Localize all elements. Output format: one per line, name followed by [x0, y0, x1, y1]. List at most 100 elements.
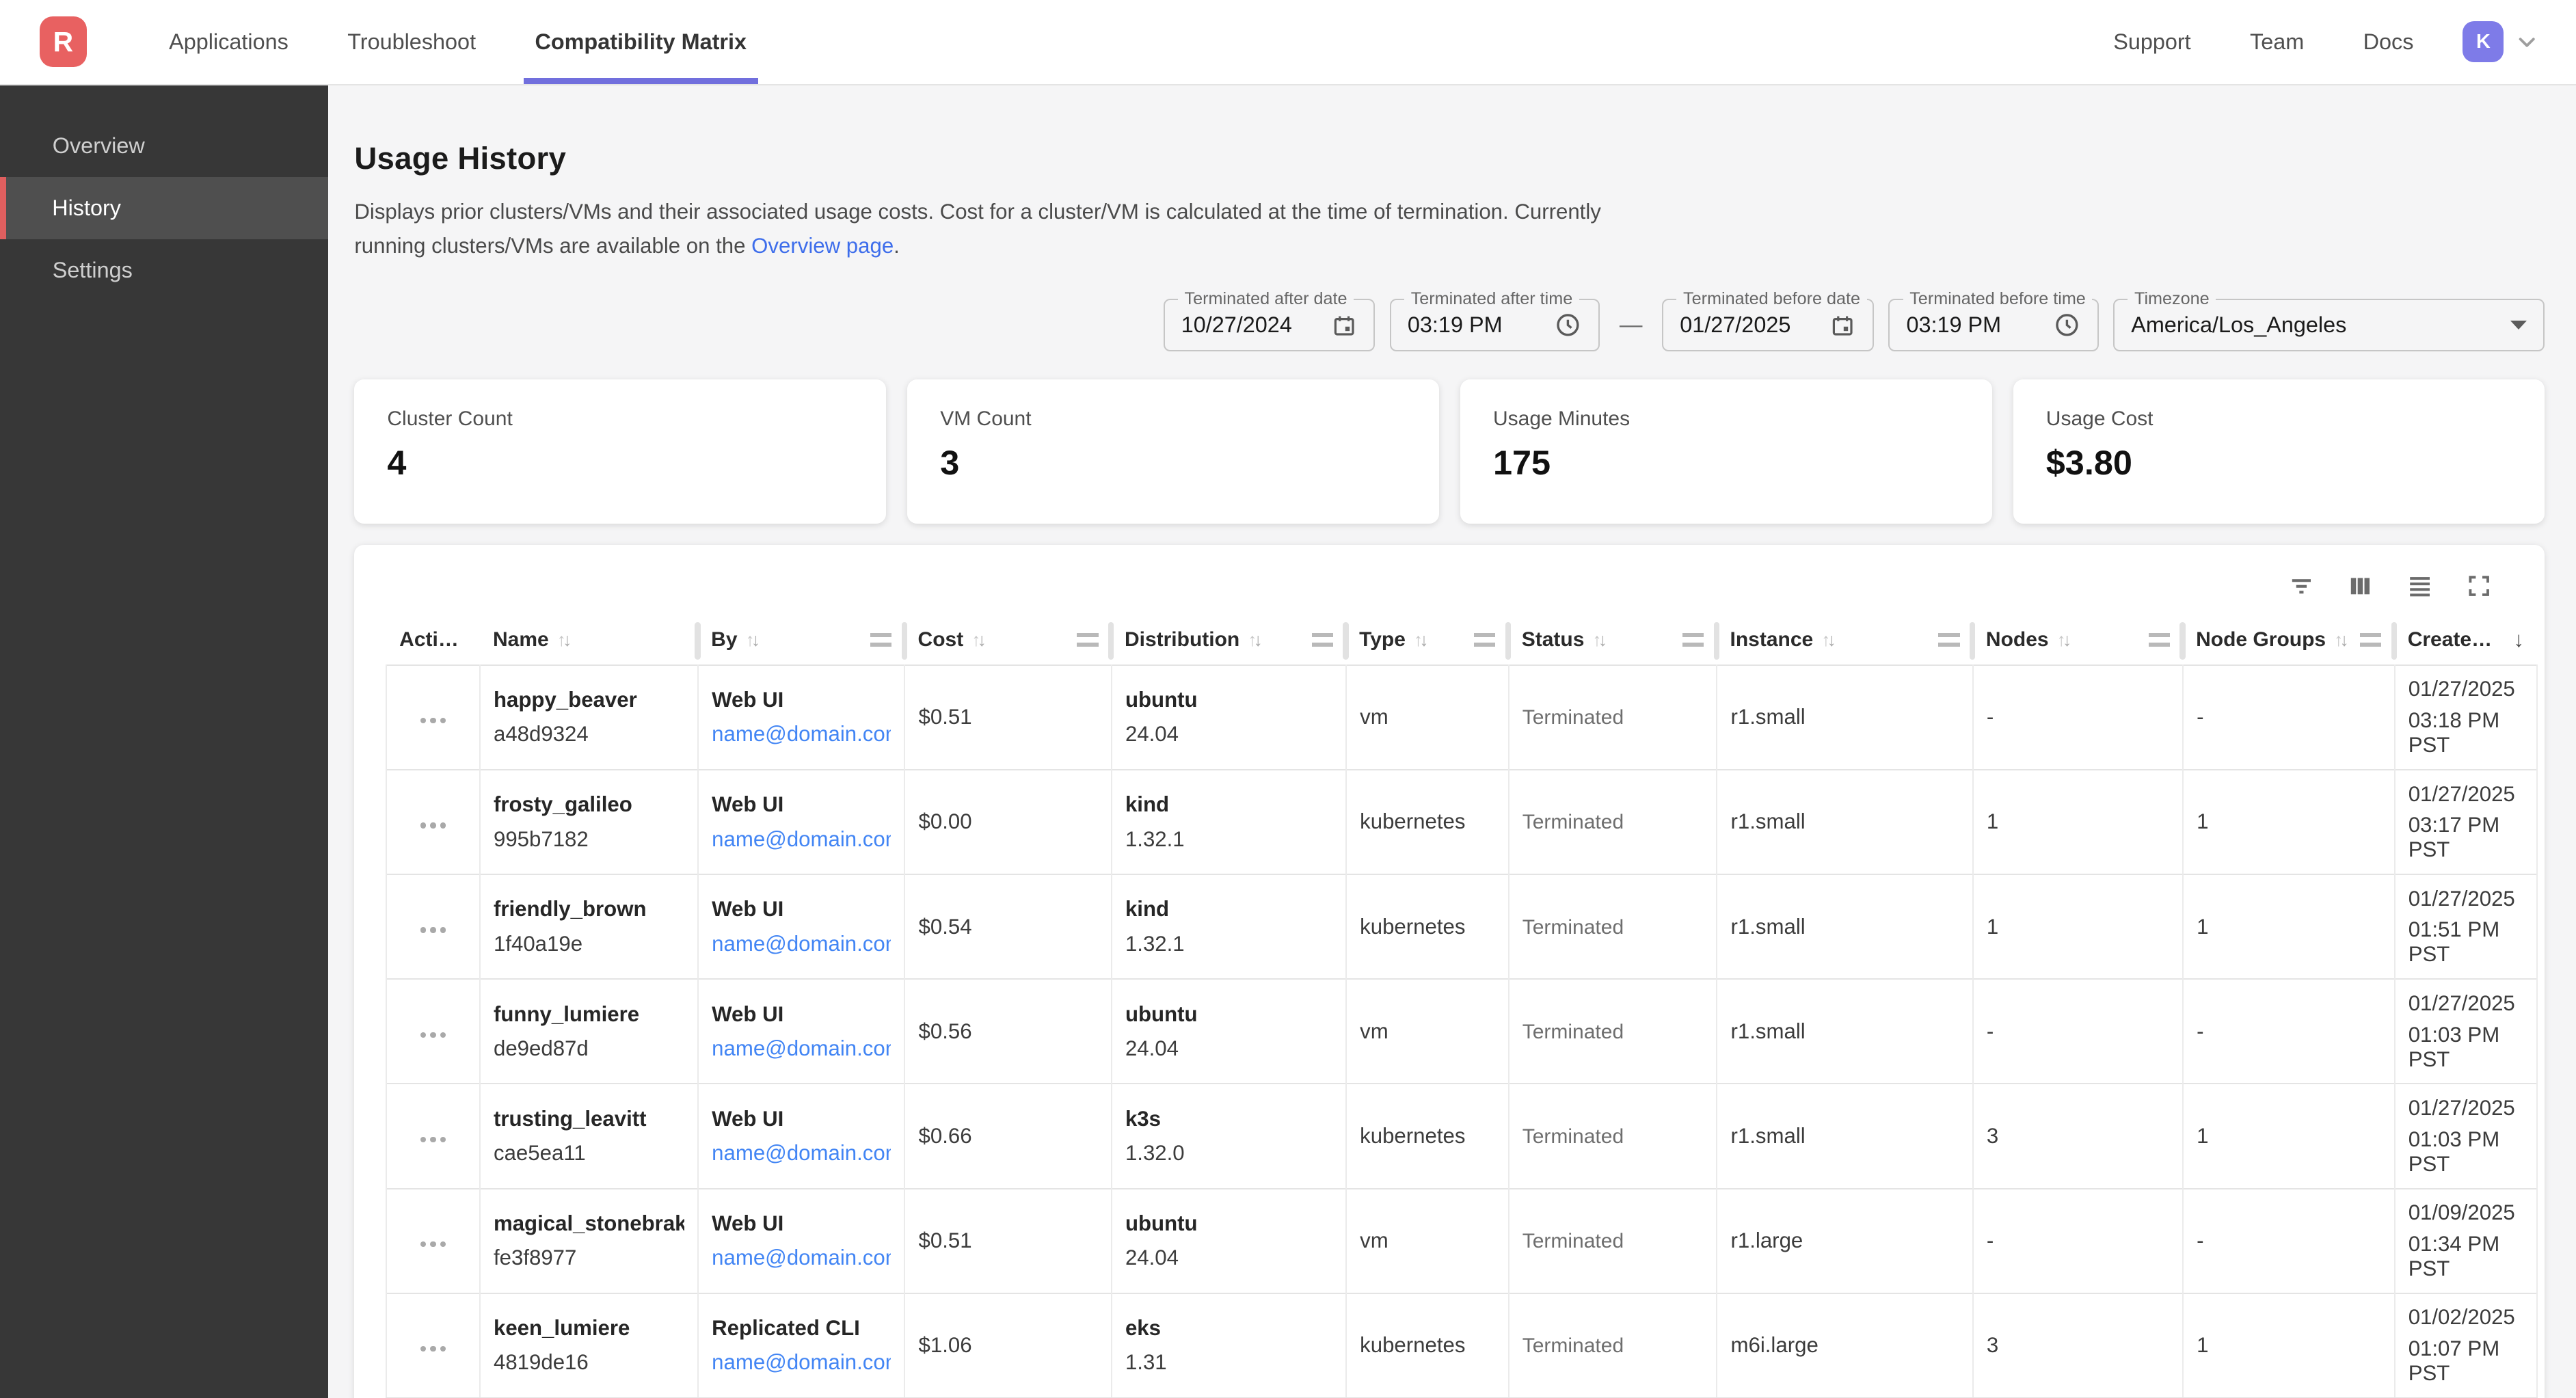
fullscreen-icon[interactable]	[2466, 572, 2492, 601]
sort-icon: ↑↓	[2334, 631, 2346, 649]
nav-docs[interactable]: Docs	[2352, 29, 2425, 55]
avatar[interactable]: K	[2463, 21, 2504, 62]
row-user-email-link[interactable]: name@domain.com	[712, 722, 891, 746]
cost-cell: $0.00	[904, 770, 1111, 874]
column-menu-icon[interactable]	[2149, 633, 2170, 646]
created-time: 01:34 PM PST	[2409, 1232, 2523, 1281]
column-header-distribution[interactable]: Distribution↑↓	[1112, 616, 1346, 665]
actions-cell	[386, 979, 480, 1084]
description-period: .	[894, 234, 900, 258]
row-distribution: kind	[1125, 792, 1332, 817]
field-label: Timezone	[2128, 289, 2216, 309]
created-time: 03:17 PM PST	[2409, 813, 2523, 862]
by-cell: Replicated CLIname@domain.com	[698, 1293, 904, 1398]
column-divider	[1714, 622, 1719, 660]
row-user-email-link[interactable]: name@domain.com	[712, 1246, 891, 1269]
column-header-status[interactable]: Status↑↓	[1509, 616, 1717, 665]
replicated-logo[interactable]: R	[40, 16, 88, 67]
row-actions-button[interactable]	[414, 1025, 452, 1045]
created-time: 01:03 PM PST	[2409, 1127, 2523, 1177]
column-header-created-at[interactable]: Created At↓	[2395, 616, 2538, 665]
created-at-cell: 01/27/202501:03 PM PST	[2395, 979, 2538, 1084]
timezone-select[interactable]: Timezone America/Los_Angeles	[2113, 299, 2545, 351]
nav-team[interactable]: Team	[2238, 29, 2316, 55]
terminated-before-date-field[interactable]: Terminated before date 01/27/2025	[1662, 299, 1874, 351]
terminated-after-date-field[interactable]: Terminated after date 10/27/2024	[1164, 299, 1376, 351]
column-header-by[interactable]: By↑↓	[698, 616, 904, 665]
field-value: 01/27/2025	[1680, 312, 1790, 338]
nav-support[interactable]: Support	[2102, 29, 2202, 55]
row-user-email-link[interactable]: name@domain.com	[712, 932, 891, 956]
created-at-cell: 01/27/202501:03 PM PST	[2395, 1084, 2538, 1188]
row-user-email-link[interactable]: name@domain.com	[712, 1036, 891, 1060]
row-actions-button[interactable]	[414, 1235, 452, 1254]
node-groups-cell: -	[2183, 1189, 2395, 1293]
row-distribution: eks	[1125, 1316, 1332, 1341]
status-cell: Terminated	[1509, 1189, 1717, 1293]
row-actions-button[interactable]	[414, 1340, 452, 1359]
column-header-name[interactable]: Name↑↓	[480, 616, 698, 665]
sidebar-item-history[interactable]: History	[0, 177, 328, 239]
stat-value: 4	[387, 442, 853, 483]
column-menu-icon[interactable]	[1077, 633, 1098, 646]
clock-icon	[2053, 311, 2081, 339]
column-divider	[1343, 622, 1348, 660]
columns-icon[interactable]	[2346, 572, 2374, 601]
terminated-after-time-field[interactable]: Terminated after time 03:19 PM	[1390, 299, 1600, 351]
name-cell: magical_stonebrakerfe3f8977	[480, 1189, 698, 1293]
stat-label: Cluster Count	[387, 407, 853, 431]
type-cell: kubernetes	[1346, 1084, 1509, 1188]
cost-cell: $1.06	[904, 1293, 1111, 1398]
row-id: a48d9324	[494, 722, 684, 747]
column-header-node-groups[interactable]: Node Groups ↑↓	[2183, 616, 2395, 665]
tab-troubleshoot[interactable]: Troubleshoot	[336, 0, 487, 84]
column-divider	[1970, 622, 1975, 660]
column-menu-icon[interactable]	[870, 633, 891, 646]
calendar-icon	[1331, 312, 1357, 338]
tab-compatibility-matrix[interactable]: Compatibility Matrix	[524, 0, 758, 84]
app: R Applications Troubleshoot Compatibilit…	[0, 0, 2576, 1398]
created-date: 01/09/2025	[2409, 1200, 2523, 1225]
tab-applications[interactable]: Applications	[157, 0, 299, 84]
row-user-email-link[interactable]: name@domain.com	[712, 1350, 891, 1374]
status-badge: Terminated	[1522, 1334, 1624, 1357]
column-label: Node Groups	[2196, 628, 2326, 651]
row-actions-button[interactable]	[414, 1130, 452, 1149]
row-actions-button[interactable]	[414, 921, 452, 940]
sidebar-item-settings[interactable]: Settings	[0, 239, 328, 301]
density-icon[interactable]	[2405, 572, 2434, 601]
nodes-cell: 3	[1973, 1084, 2183, 1188]
row-user-email-link[interactable]: name@domain.com	[712, 1141, 891, 1165]
column-header-cost[interactable]: Cost↑↓	[904, 616, 1111, 665]
table-row: keen_lumiere4819de16Replicated CLIname@d…	[386, 1293, 2537, 1398]
terminated-before-time-field[interactable]: Terminated before time 03:19 PM	[1888, 299, 2098, 351]
status-badge: Terminated	[1522, 1021, 1624, 1043]
cost-cell: $0.51	[904, 1189, 1111, 1293]
row-version: 1.31	[1125, 1350, 1332, 1375]
column-label: Nodes	[1986, 628, 2049, 651]
row-distribution: ubuntu	[1125, 1211, 1332, 1236]
column-header-nodes[interactable]: Nodes↑↓	[1973, 616, 2183, 665]
column-menu-icon[interactable]	[1312, 633, 1333, 646]
row-actions-button[interactable]	[414, 816, 452, 835]
chevron-down-icon[interactable]	[2514, 29, 2540, 55]
row-id: de9ed87d	[494, 1036, 684, 1061]
overview-page-link[interactable]: Overview page	[751, 234, 894, 258]
column-header-type[interactable]: Type↑↓	[1346, 616, 1509, 665]
node-groups-cell: -	[2183, 979, 2395, 1084]
sidebar-item-overview[interactable]: Overview	[0, 115, 328, 177]
column-menu-icon[interactable]	[2360, 633, 2381, 646]
filter-icon[interactable]	[2287, 572, 2316, 601]
column-header-instance[interactable]: Instance↑↓	[1717, 616, 1972, 665]
column-menu-icon[interactable]	[1474, 633, 1495, 646]
column-menu-icon[interactable]	[1682, 633, 1704, 646]
status-badge: Terminated	[1522, 706, 1624, 729]
row-id: fe3f8977	[494, 1246, 684, 1270]
name-cell: friendly_brown1f40a19e	[480, 874, 698, 979]
column-menu-icon[interactable]	[1938, 633, 1959, 646]
row-user-email-link[interactable]: name@domain.com	[712, 827, 891, 851]
row-actions-button[interactable]	[414, 711, 452, 730]
row-version: 1.32.1	[1125, 932, 1332, 956]
row-version: 1.32.0	[1125, 1141, 1332, 1166]
created-time: 01:51 PM PST	[2409, 917, 2523, 967]
